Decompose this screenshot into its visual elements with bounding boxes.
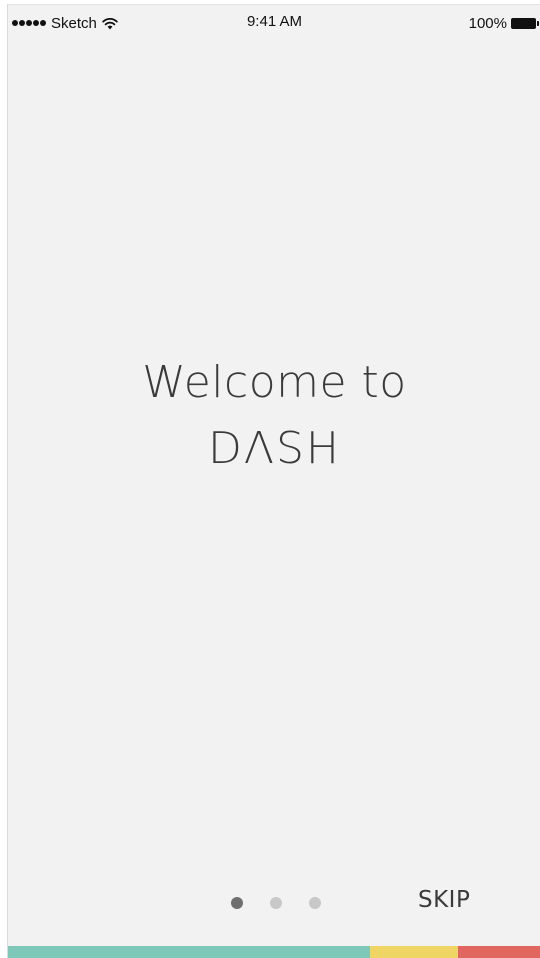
color-bar-yellow (370, 946, 458, 958)
battery-percent: 100% (468, 14, 507, 32)
welcome-heading: Welcome to (142, 357, 407, 408)
wifi-icon (102, 17, 118, 30)
onboarding-screen: Sketch 9:41 AM 100% Welcome to DΛSH SKIP (7, 4, 540, 958)
carrier-name: Sketch (51, 14, 97, 32)
brand-logo-text: DΛSH (208, 423, 341, 474)
status-left: Sketch (12, 13, 118, 33)
page-dot-2[interactable] (270, 897, 282, 909)
page-dot-3[interactable] (309, 897, 321, 909)
status-bar: Sketch 9:41 AM 100% (8, 5, 540, 41)
signal-dots-icon (12, 20, 46, 26)
skip-button[interactable]: SKIP (418, 883, 488, 917)
color-bar (8, 946, 540, 958)
color-bar-red (458, 946, 540, 958)
page-indicator[interactable] (231, 897, 321, 909)
page-dot-1[interactable] (231, 897, 243, 909)
status-right: 100% (469, 13, 539, 33)
welcome-block: Welcome to DΛSH (8, 355, 540, 477)
battery-icon (511, 17, 539, 29)
device-frame: Sketch 9:41 AM 100% Welcome to DΛSH SKIP (0, 0, 540, 958)
color-bar-teal (8, 946, 370, 958)
